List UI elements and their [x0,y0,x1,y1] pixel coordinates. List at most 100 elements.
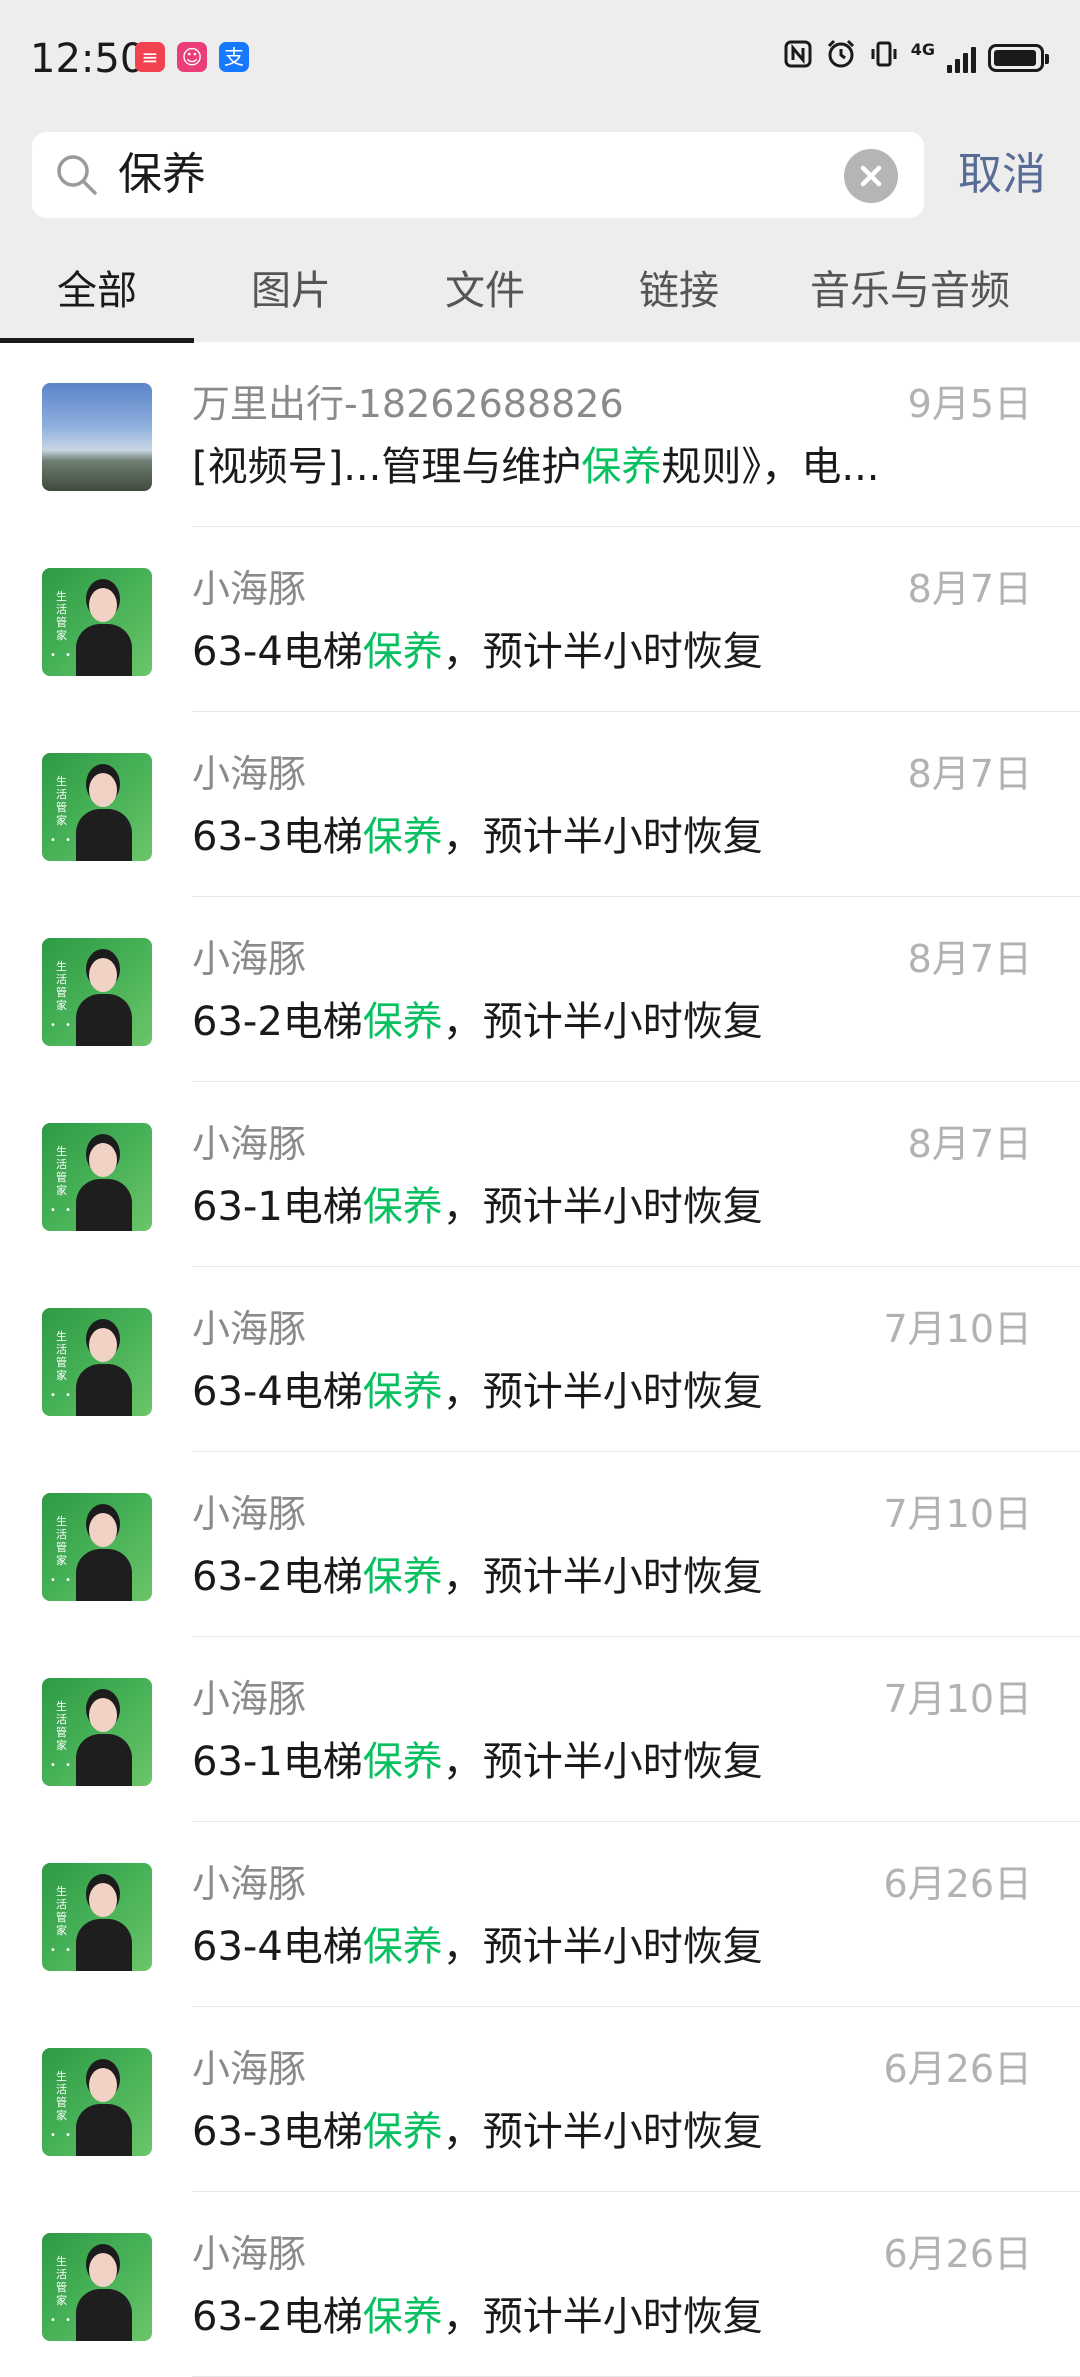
person-body [76,994,132,1046]
avatar-tag-text: 生活管家 [56,2255,67,2307]
sender-name: 小海豚 [192,1307,307,1351]
message-snippet: 63-3电梯保养，预计半小时恢复 [192,2107,763,2157]
keyword-highlight: 保养 [581,444,662,490]
result-item[interactable]: 生活管家 • • 小海豚 6月26日 63-2电梯保养，预计半小时恢复 [0,2192,1080,2377]
avatar-dots: • • [50,2315,74,2326]
agent-avatar: 生活管家 • • [42,568,152,676]
person-body [76,2289,132,2341]
agent-avatar: 生活管家 • • [42,1863,152,1971]
agent-avatar: 生活管家 • • [42,1493,152,1601]
clear-icon[interactable] [844,149,898,203]
cancel-button[interactable]: 取消 [958,132,1046,218]
message-text: ，预计半小时恢复 [442,2109,763,2155]
avatar-tag-text: 生活管家 [56,590,67,642]
message-text: ，预计半小时恢复 [442,1369,763,1415]
avatar-tag-text: 生活管家 [56,1145,67,1197]
network-type: 4G [910,40,935,59]
avatar-tag-text: 生活管家 [56,775,67,827]
sender-name: 小海豚 [192,567,307,611]
message-date: 8月7日 [907,567,1032,611]
message-snippet: 63-4电梯保养，预计半小时恢复 [192,1922,763,1972]
result-item[interactable]: 生活管家 • • 小海豚 8月7日 63-3电梯保养，预计半小时恢复 [0,712,1080,897]
avatar-dots: • • [50,1575,74,1586]
keyword-highlight: 保养 [362,1554,443,1600]
search-bar[interactable]: 保养 [32,132,924,218]
sender-name: 小海豚 [192,2047,307,2091]
message-snippet: [视频号]...管理与维护保养规则》，电... [192,442,880,492]
person-head [89,1698,117,1732]
tab-all[interactable]: 全部 [0,240,194,342]
tab-music-audio[interactable]: 音乐与音频 [776,240,1044,342]
message-text: ，预计半小时恢复 [442,1739,763,1785]
person-head [89,2253,117,2287]
avatar-tag-text: 生活管家 [56,960,67,1012]
keyword-highlight: 保养 [362,629,443,675]
agent-avatar: 生活管家 • • [42,753,152,861]
person-body [76,2104,132,2156]
avatar-tag-text: 生活管家 [56,1515,67,1567]
result-item[interactable]: 生活管家 • • 小海豚 6月26日 63-3电梯保养，预计半小时恢复 [0,2007,1080,2192]
person-head [89,1143,117,1177]
avatar-dots: • • [50,2130,74,2141]
status-time: 12:50 [30,36,146,82]
person-head [89,2068,117,2102]
keyword-highlight: 保养 [362,999,443,1045]
message-snippet: 63-2电梯保养，预计半小时恢复 [192,1552,763,1602]
search-icon [57,155,97,195]
tab-images[interactable]: 图片 [194,240,388,342]
person-body [76,1179,132,1231]
tab-links[interactable]: 链接 [582,240,776,342]
alarm-icon [825,38,857,79]
app-notification-icon: ☺ [177,42,207,72]
keyword-highlight: 保养 [362,1739,443,1785]
message-snippet: 63-4电梯保养，预计半小时恢复 [192,1367,763,1417]
message-snippet: 63-3电梯保养，预计半小时恢复 [192,812,763,862]
message-snippet: 63-2电梯保养，预计半小时恢复 [192,2292,763,2342]
search-input[interactable]: 保养 [118,132,206,218]
result-item[interactable]: 生活管家 • • 小海豚 7月10日 63-1电梯保养，预计半小时恢复 [0,1637,1080,1822]
sender-name: 小海豚 [192,1862,307,1906]
person-body [76,1549,132,1601]
avatar-dots: • • [50,835,74,846]
avatar-dots: • • [50,650,74,661]
message-date: 7月10日 [883,1677,1032,1721]
tab-files[interactable]: 文件 [388,240,582,342]
message-date: 6月26日 [883,2232,1032,2276]
result-item[interactable]: 生活管家 • • 小海豚 6月26日 63-4电梯保养，预计半小时恢复 [0,1822,1080,2007]
result-item[interactable]: 生活管家 • • 小海豚 7月10日 63-4电梯保养，预计半小时恢复 [0,1267,1080,1452]
message-date: 8月7日 [907,937,1032,981]
result-item[interactable]: 生活管家 • • 小海豚 8月7日 63-1电梯保养，预计半小时恢复 [0,1082,1080,1267]
message-text: 63-4电梯 [192,629,363,675]
person-head [89,773,117,807]
message-text: 63-1电梯 [192,1739,363,1785]
message-text: 63-1电梯 [192,1184,363,1230]
person-head [89,1883,117,1917]
landscape-avatar [42,383,152,491]
person-body [76,624,132,676]
result-item[interactable]: 生活管家 • • 小海豚 8月7日 63-4电梯保养，预计半小时恢复 [0,527,1080,712]
sender-name: 小海豚 [192,937,307,981]
result-item[interactable]: 生活管家 • • 小海豚 7月10日 63-2电梯保养，预计半小时恢复 [0,1452,1080,1637]
app-notification-icon: ≡ [135,42,165,72]
agent-avatar: 生活管家 • • [42,938,152,1046]
message-text: 63-4电梯 [192,1924,363,1970]
message-date: 7月10日 [883,1307,1032,1351]
message-snippet: 63-2电梯保养，预计半小时恢复 [192,997,763,1047]
result-item[interactable]: 万里出行-18262688826 9月5日 [视频号]...管理与维护保养规则》，电… [0,342,1080,527]
sender-name: 小海豚 [192,1122,307,1166]
person-head [89,958,117,992]
keyword-highlight: 保养 [362,1924,443,1970]
result-item[interactable]: 生活管家 • • 小海豚 8月7日 63-2电梯保养，预计半小时恢复 [0,897,1080,1082]
agent-avatar: 生活管家 • • [42,2048,152,2156]
agent-avatar: 生活管家 • • [42,1123,152,1231]
agent-avatar: 生活管家 • • [42,1678,152,1786]
message-date: 9月5日 [907,382,1032,426]
person-head [89,1513,117,1547]
message-text: [视频号]...管理与维护 [192,444,582,490]
message-snippet: 63-4电梯保养，预计半小时恢复 [192,627,763,677]
message-text: ，预计半小时恢复 [442,629,763,675]
keyword-highlight: 保养 [362,814,443,860]
vibrate-icon [869,39,899,78]
message-text: 63-4电梯 [192,1369,363,1415]
signal-icon [947,43,976,73]
